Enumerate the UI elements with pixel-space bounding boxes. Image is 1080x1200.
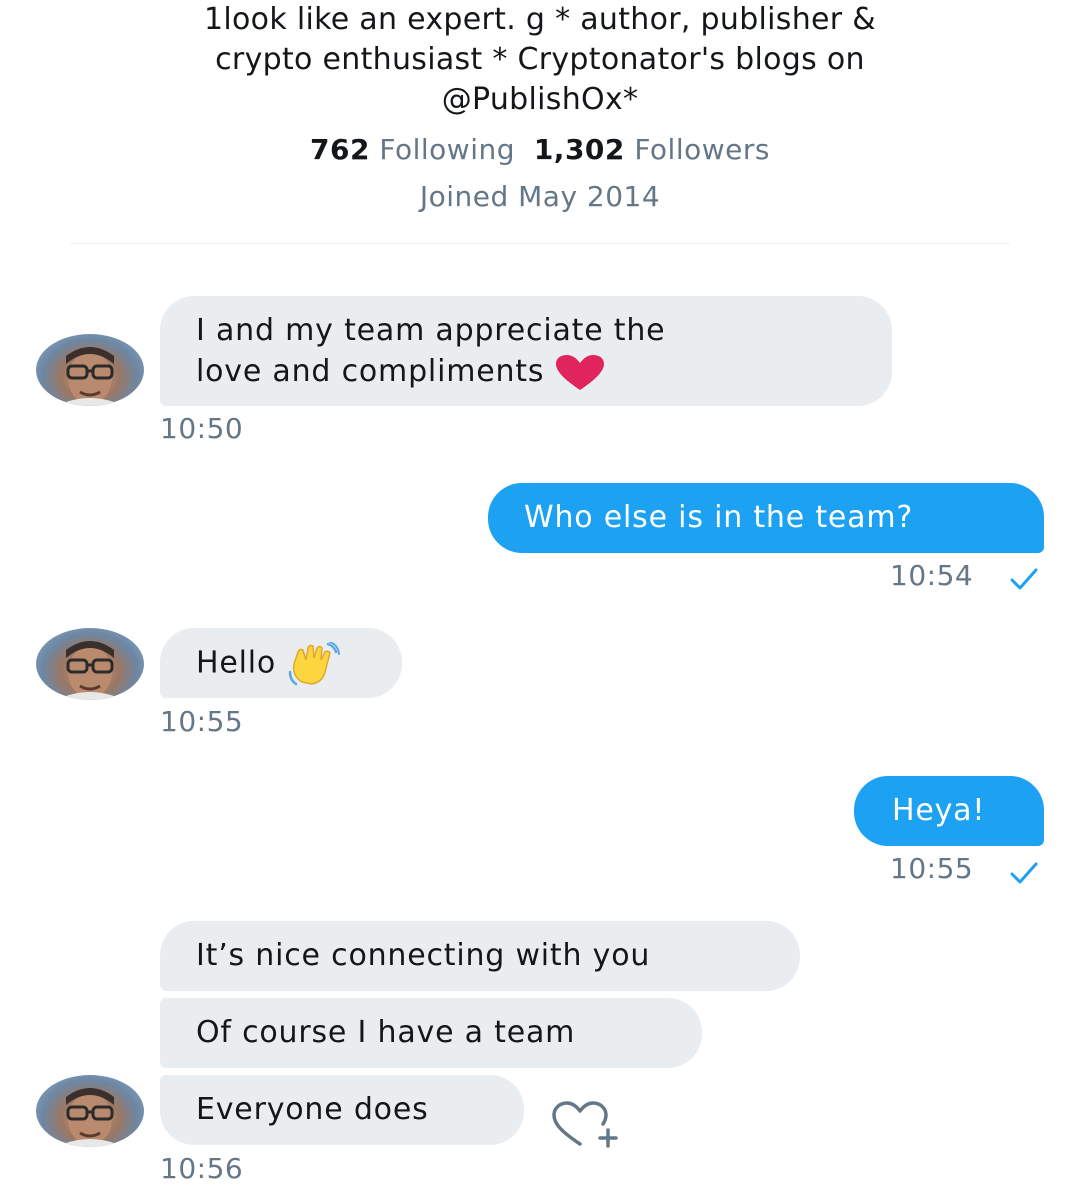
add-reaction-heart-icon[interactable]	[550, 1100, 622, 1148]
bio-line: 1look like an expert. g * author, publis…	[204, 2, 876, 37]
message-time: 10:56	[160, 1152, 244, 1185]
message-bubble[interactable]: Who else is in the team?	[488, 483, 1044, 553]
read-check-icon	[1010, 862, 1038, 884]
message-bubble[interactable]: Of course I have a team	[160, 998, 702, 1068]
bio-line: crypto enthusiast * Cryptonator's blogs …	[215, 42, 865, 77]
message-time: 10:54	[890, 559, 974, 592]
message-bubble[interactable]: Everyone does	[160, 1075, 524, 1145]
message-bubble[interactable]: I and my team appreciate the love and co…	[160, 296, 892, 406]
profile-stats: 762 Following 1,302 Followers	[0, 130, 1080, 170]
heart-icon	[556, 354, 605, 390]
divider	[70, 243, 1010, 244]
message-text: Of course I have a team	[196, 1015, 576, 1050]
read-check-icon	[1010, 568, 1038, 590]
bio-line[interactable]: @PublishOx*	[60, 80, 1020, 120]
message-bubble[interactable]: Hello	[160, 628, 402, 698]
message-bubble[interactable]: It’s nice connecting with you	[160, 921, 800, 991]
dm-conversation: 1look like an expert. g * author, publis…	[0, 0, 1080, 1200]
following-count: 762	[310, 133, 370, 166]
message-text: Who else is in the team?	[524, 500, 914, 535]
message-text: Everyone does	[196, 1092, 429, 1127]
message-text: I and my team appreciate the	[196, 313, 666, 348]
message-time: 10:50	[160, 412, 244, 445]
message-text: love and compliments	[196, 354, 545, 389]
joined-date: Joined May 2014	[419, 180, 661, 213]
waving-hand-icon	[288, 642, 341, 686]
following-label: Following	[379, 133, 516, 166]
message-text: Heya!	[892, 793, 986, 828]
avatar[interactable]	[36, 334, 144, 406]
avatar-image	[56, 347, 124, 406]
avatar[interactable]	[36, 628, 144, 700]
avatar[interactable]	[36, 1075, 144, 1147]
message-time: 10:55	[160, 705, 244, 738]
following-link[interactable]: 762 Following	[310, 133, 515, 166]
message-text: It’s nice connecting with you	[196, 938, 651, 973]
followers-count: 1,302	[533, 133, 625, 166]
avatar-image	[56, 641, 124, 700]
message-time: 10:55	[890, 852, 974, 885]
avatar-image	[56, 1088, 124, 1147]
profile-bio: 1look like an expert. g * author, publis…	[60, 0, 1020, 120]
message-bubble[interactable]: Heya!	[854, 776, 1044, 846]
followers-link[interactable]: 1,302 Followers	[534, 133, 770, 166]
followers-label: Followers	[634, 133, 770, 166]
message-text: Hello	[196, 645, 277, 681]
